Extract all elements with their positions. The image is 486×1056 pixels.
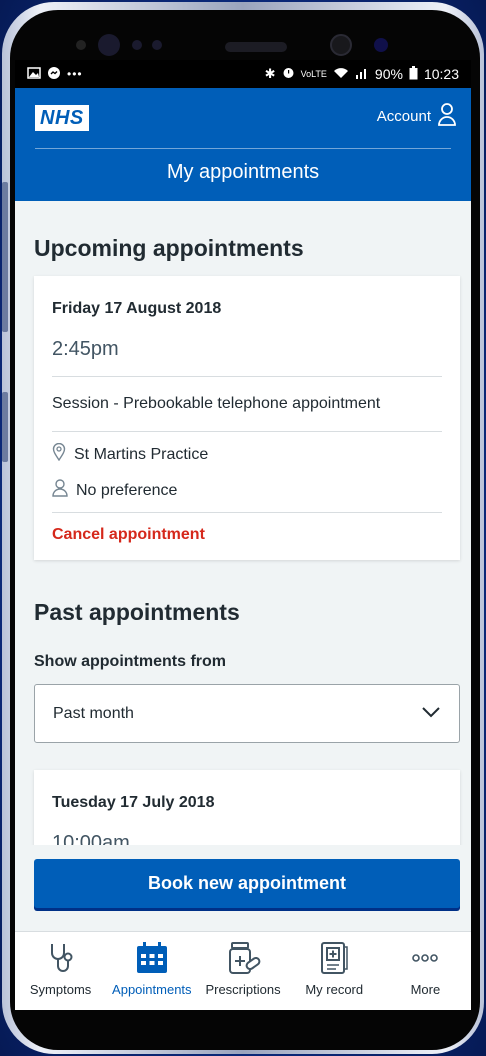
bottom-area: Book new appointment Symptoms Appointmen…	[15, 845, 471, 1010]
nav-my-record-label: My record	[305, 982, 364, 997]
bottom-nav: Symptoms Appointments Prescriptions My r…	[15, 931, 471, 1010]
divider	[52, 431, 442, 432]
status-bar: ••• ✱ VoLTE 90% 10:23	[15, 60, 471, 88]
app-header: NHS Account My appointments	[15, 88, 471, 201]
chevron-down-icon	[421, 705, 441, 723]
user-icon	[437, 102, 457, 130]
wifi-icon	[333, 66, 349, 82]
appointment-clinician: No preference	[52, 479, 177, 502]
image-notification-icon	[27, 66, 41, 82]
signal-icon	[355, 66, 369, 82]
period-select[interactable]: Past month	[34, 684, 460, 743]
nav-appointments[interactable]: Appointments	[106, 932, 197, 1010]
medical-record-icon	[319, 940, 349, 976]
appointment-time: 2:45pm	[52, 338, 119, 360]
alarm-icon	[282, 66, 295, 82]
front-camera	[330, 34, 352, 56]
account-label: Account	[376, 107, 431, 125]
header-divider	[35, 148, 451, 149]
book-appointment-button[interactable]: Book new appointment	[34, 859, 460, 908]
sensor-dot	[132, 40, 142, 50]
location-text: St Martins Practice	[74, 445, 209, 463]
nav-symptoms[interactable]: Symptoms	[15, 932, 106, 1010]
volume-button	[2, 182, 8, 332]
battery-percent: 90%	[374, 66, 403, 82]
messenger-notification-icon	[47, 66, 61, 83]
page-title: My appointments	[166, 161, 320, 183]
nav-more[interactable]: More	[380, 932, 471, 1010]
prescription-bottle-icon	[224, 940, 262, 976]
bluetooth-icon: ✱	[264, 66, 276, 81]
nav-appointments-label: Appointments	[112, 982, 192, 997]
person-icon	[52, 479, 68, 502]
appointment-session: Session - Prebookable telephone appointm…	[52, 395, 381, 412]
divider	[52, 512, 442, 513]
cancel-appointment-link[interactable]: Cancel appointment	[52, 526, 205, 544]
appointment-location: St Martins Practice	[52, 442, 209, 466]
account-link[interactable]: Account	[377, 102, 457, 130]
clock: 10:23	[423, 66, 459, 82]
volte-icon: VoLTE	[300, 68, 327, 79]
more-dots-icon	[412, 940, 439, 976]
nav-more-label: More	[410, 982, 441, 997]
past-appointment-date: Tuesday 17 July 2018	[52, 794, 215, 811]
battery-icon	[409, 65, 418, 83]
divider	[52, 376, 442, 377]
calendar-icon	[135, 940, 169, 976]
appointment-date: Friday 17 August 2018	[52, 300, 222, 317]
earpiece-speaker	[225, 42, 287, 52]
nav-my-record[interactable]: My record	[289, 932, 380, 1010]
clinician-text: No preference	[76, 481, 178, 499]
iris-camera	[374, 38, 388, 52]
upcoming-appointment-card: Friday 17 August 2018 2:45pm Session - P…	[34, 276, 460, 560]
nav-prescriptions-label: Prescriptions	[205, 982, 281, 997]
upcoming-heading: Upcoming appointments	[34, 235, 304, 261]
location-pin-icon	[52, 442, 66, 466]
nav-symptoms-label: Symptoms	[29, 982, 92, 997]
screen: ••• ✱ VoLTE 90% 10:23 NHS Account My app…	[15, 60, 471, 1010]
nhs-logo[interactable]: NHS	[35, 105, 89, 131]
sensor-dot	[76, 40, 86, 50]
period-select-value: Past month	[53, 704, 134, 722]
iris-sensor	[98, 34, 120, 56]
more-notifications-icon: •••	[67, 67, 83, 81]
sensor-dot	[152, 40, 162, 50]
filter-label: Show appointments from	[34, 653, 226, 670]
nav-prescriptions[interactable]: Prescriptions	[197, 932, 288, 1010]
past-heading: Past appointments	[34, 599, 240, 625]
bixby-button	[2, 392, 8, 462]
stethoscope-icon	[46, 940, 76, 976]
